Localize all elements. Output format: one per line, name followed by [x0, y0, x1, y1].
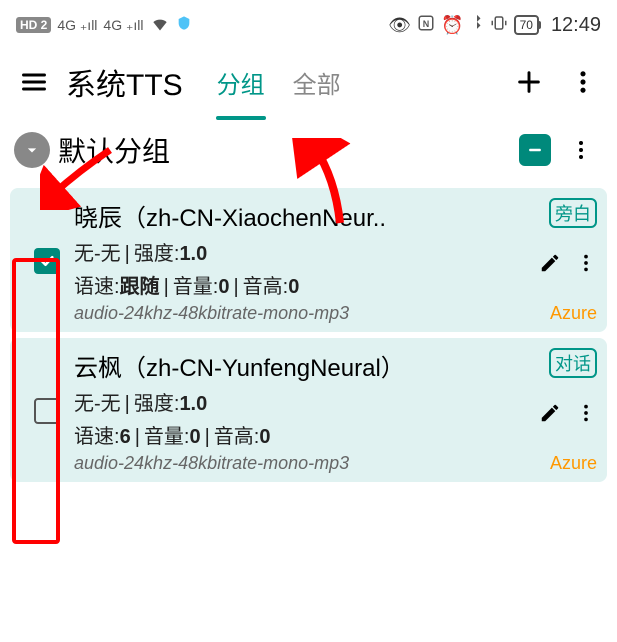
card-checkbox-checked[interactable] — [34, 248, 60, 274]
group-deselect-button[interactable] — [519, 134, 551, 166]
more-vert-icon — [569, 138, 593, 162]
more-vert-icon — [575, 402, 597, 424]
role-badge: 对话 — [549, 348, 597, 378]
voice-params-1: 无-无|强度:1.0 — [74, 237, 537, 266]
add-button[interactable] — [507, 60, 551, 104]
card-more-button[interactable] — [575, 252, 597, 279]
tts-card[interactable]: 晓辰（zh-CN-XiaochenNeur.. 无-无|强度:1.0 语速:跟随… — [10, 188, 607, 332]
edit-button[interactable] — [539, 252, 561, 279]
status-bar: HD 2 4G ₊ıll 4G ₊ıll 👁 N ⏰ 70 12:49 — [0, 0, 617, 50]
app-title: 系统TTS — [66, 60, 183, 104]
minus-icon — [525, 140, 545, 160]
signal-4g-2: 4G ₊ıll — [103, 17, 143, 34]
audio-format: audio-24khz-48kbitrate-mono-mp3 — [74, 453, 537, 474]
svg-text:N: N — [423, 18, 430, 28]
nfc-icon: N — [417, 14, 435, 37]
eye-icon: 👁 — [388, 15, 411, 36]
chevron-down-icon — [22, 140, 42, 160]
menu-button[interactable] — [12, 60, 56, 104]
card-more-button[interactable] — [575, 402, 597, 429]
role-badge: 旁白 — [549, 198, 597, 228]
battery-icon: 70 — [514, 15, 539, 35]
group-header: 默认分组 — [0, 114, 617, 182]
vibrate-icon — [490, 14, 508, 37]
app-bar: 系统TTS 分组 全部 — [0, 50, 617, 114]
voice-params-1: 无-无|强度:1.0 — [74, 387, 537, 416]
shield-icon — [176, 15, 192, 36]
group-title: 默认分组 — [58, 130, 511, 170]
app-more-button[interactable] — [561, 60, 605, 104]
voice-title: 晓辰（zh-CN-XiaochenNeur.. — [74, 198, 537, 233]
audio-format: audio-24khz-48kbitrate-mono-mp3 — [74, 303, 537, 324]
clock-time: 12:49 — [551, 14, 601, 37]
provider-badge: Azure — [550, 453, 597, 474]
group-expand-button[interactable] — [14, 132, 50, 168]
card-checkbox-unchecked[interactable] — [34, 398, 60, 424]
check-icon — [38, 252, 56, 270]
tts-card[interactable]: 云枫（zh-CN-YunfengNeural） 无-无|强度:1.0 语速:6|… — [10, 338, 607, 482]
tabs: 分组 全部 — [213, 57, 497, 108]
edit-button[interactable] — [539, 402, 561, 429]
group-more-button[interactable] — [559, 138, 603, 162]
bluetooth-icon — [470, 14, 484, 37]
more-vert-icon — [569, 68, 597, 96]
wifi-icon — [150, 13, 170, 38]
tab-groups[interactable]: 分组 — [213, 57, 269, 108]
voice-params-2: 语速:6|音量:0|音高:0 — [74, 420, 537, 449]
hd-badge: HD 2 — [16, 17, 51, 33]
pencil-icon — [539, 252, 561, 274]
alarm-icon: ⏰ — [441, 15, 463, 36]
hamburger-icon — [20, 68, 48, 96]
signal-4g-1: 4G ₊ıll — [57, 17, 97, 34]
plus-icon — [515, 68, 543, 96]
voice-title: 云枫（zh-CN-YunfengNeural） — [74, 348, 537, 383]
pencil-icon — [539, 402, 561, 424]
tab-all[interactable]: 全部 — [289, 57, 345, 108]
provider-badge: Azure — [550, 303, 597, 324]
voice-params-2: 语速:跟随|音量:0|音高:0 — [74, 270, 537, 299]
more-vert-icon — [575, 252, 597, 274]
